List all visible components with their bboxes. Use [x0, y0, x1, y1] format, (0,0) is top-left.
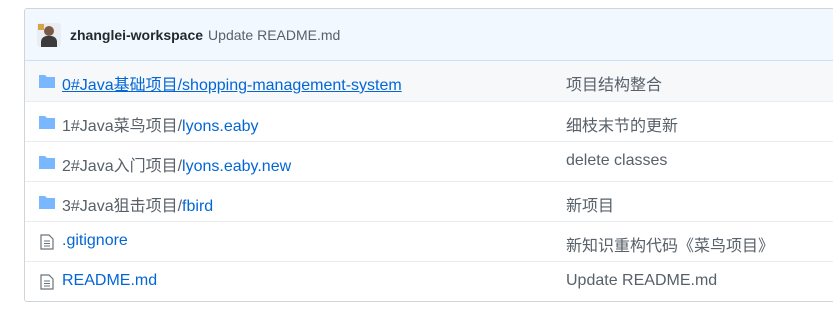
- file-row[interactable]: 2#Java入门项目/lyons.eaby.new delete classes: [25, 141, 833, 181]
- file-name[interactable]: 2#Java入门项目/lyons.eaby.new: [62, 152, 291, 176]
- commit-author-link[interactable]: zhanglei-workspace: [70, 27, 203, 43]
- folder-icon: [39, 156, 55, 169]
- file-row[interactable]: 0#Java基础项目/shopping-management-system 项目…: [25, 61, 833, 101]
- row-commit-message[interactable]: 新项目: [566, 192, 614, 216]
- row-commit-message[interactable]: delete classes: [566, 152, 667, 170]
- file-icon: [40, 234, 54, 250]
- file-row[interactable]: README.md Update README.md: [25, 261, 833, 301]
- row-commit-message[interactable]: Update README.md: [566, 272, 717, 290]
- file-list-box: zhanglei-workspace Update README.md 0#Ja…: [24, 8, 833, 302]
- folder-icon: [39, 196, 55, 209]
- file-row[interactable]: 3#Java狙击项目/fbird 新项目: [25, 181, 833, 221]
- row-commit-message[interactable]: 新知识重构代码《菜鸟项目》: [566, 232, 774, 256]
- file-name[interactable]: .gitignore: [62, 232, 128, 250]
- folder-icon: [39, 75, 55, 88]
- latest-commit-bar: zhanglei-workspace Update README.md: [25, 9, 833, 61]
- file-icon: [40, 274, 54, 290]
- file-name[interactable]: 1#Java菜鸟项目/lyons.eaby: [62, 112, 259, 136]
- file-row[interactable]: .gitignore 新知识重构代码《菜鸟项目》: [25, 221, 833, 261]
- file-name[interactable]: 3#Java狙击项目/fbird: [62, 192, 213, 216]
- folder-icon: [39, 116, 55, 129]
- avatar[interactable]: [37, 22, 61, 47]
- file-name[interactable]: 0#Java基础项目/shopping-management-system: [62, 71, 402, 95]
- file-row[interactable]: 1#Java菜鸟项目/lyons.eaby 细枝末节的更新: [25, 101, 833, 141]
- commit-message-link[interactable]: Update README.md: [208, 27, 340, 43]
- row-commit-message[interactable]: 细枝末节的更新: [566, 112, 678, 136]
- file-name[interactable]: README.md: [62, 272, 157, 290]
- row-commit-message[interactable]: 项目结构整合: [566, 71, 662, 95]
